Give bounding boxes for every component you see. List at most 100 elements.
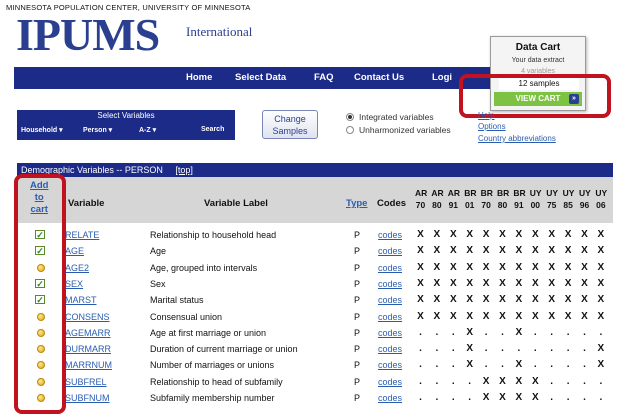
sample-availability-mark: . <box>533 359 537 371</box>
sample-availability-mark: . <box>419 392 422 403</box>
household-dropdown[interactable]: Household ▾ <box>21 126 63 134</box>
ipums-logo[interactable]: IPUMS <box>16 12 160 58</box>
codes-link[interactable]: codes <box>378 279 402 289</box>
sample-availability-mark: X <box>433 261 441 273</box>
variable-label-header: Variable Label <box>204 198 268 209</box>
codes-link[interactable]: codes <box>378 295 402 305</box>
variable-link[interactable]: SUBFNUM <box>65 393 110 403</box>
variable-link[interactable]: SEX <box>65 279 83 289</box>
sample-column-header: BR 80 <box>497 187 510 211</box>
country-abbreviations-link[interactable]: Country abbreviations <box>478 134 556 143</box>
person-dropdown[interactable]: Person ▾ <box>83 126 112 134</box>
variable-label: Consensual union <box>150 311 223 322</box>
sample-availability-mark: X <box>417 229 424 240</box>
sample-availability-mark: X <box>449 245 457 257</box>
sample-availability-mark: . <box>484 359 488 371</box>
sample-availability-mark: X <box>499 294 506 306</box>
search-button[interactable]: Search <box>201 126 224 133</box>
variable-link[interactable]: SUBFREL <box>65 377 107 387</box>
type-header[interactable]: Type <box>346 198 367 209</box>
sample-column-header: UY 75 <box>546 187 558 211</box>
sample-year: 91 <box>514 200 524 210</box>
table-section-header: Demographic Variables -- PERSON [top] <box>17 163 613 177</box>
sample-availability-mark: X <box>466 310 474 322</box>
codes-link[interactable]: codes <box>378 328 402 338</box>
radio-integrated[interactable]: Integrated variables <box>346 112 434 122</box>
sample-availability-mark: X <box>482 375 490 387</box>
codes-link[interactable]: codes <box>378 360 402 370</box>
sample-year: 06 <box>596 200 606 210</box>
sample-year: 91 <box>448 200 459 210</box>
sample-availability-mark: . <box>451 326 455 338</box>
sample-availability-mark: . <box>419 359 422 371</box>
sample-year: 75 <box>546 200 557 210</box>
sample-availability-mark: X <box>482 261 490 273</box>
sample-country: UY <box>595 188 608 198</box>
sample-availability-mark: . <box>435 343 439 355</box>
sample-availability-mark: . <box>599 392 603 403</box>
codes-link[interactable]: codes <box>378 246 402 256</box>
sample-availability-mark: . <box>484 343 488 355</box>
sample-availability-mark: X <box>466 245 474 257</box>
codes-link[interactable]: codes <box>378 230 402 240</box>
a-z-dropdown[interactable]: A-Z ▾ <box>139 126 156 134</box>
options-link[interactable]: Options <box>478 122 506 131</box>
sample-availability-mark: X <box>531 245 539 257</box>
codes-link[interactable]: codes <box>378 263 402 273</box>
nav-login[interactable]: Logi <box>432 72 452 83</box>
sample-availability-mark: X <box>466 277 474 289</box>
variable-type: P <box>354 376 361 387</box>
nav-home[interactable]: Home <box>186 72 212 83</box>
nav-select-data[interactable]: Select Data <box>235 72 286 83</box>
sample-availability-mark: X <box>482 294 490 306</box>
variable-link[interactable]: MARRNUM <box>65 360 112 370</box>
codes-link[interactable]: codes <box>378 377 402 387</box>
sample-year: 70 <box>481 200 491 210</box>
sample-country: UY <box>562 188 575 198</box>
variable-link[interactable]: AGE <box>65 246 84 256</box>
sample-availability-mark: . <box>583 375 586 387</box>
sample-availability-mark: . <box>501 343 504 355</box>
sample-availability-mark: X <box>449 229 457 240</box>
codes-link[interactable]: codes <box>378 312 402 322</box>
sample-availability-mark: . <box>419 326 422 338</box>
variable-link[interactable]: DURMARR <box>65 344 111 354</box>
variable-link[interactable]: MARST <box>65 295 97 305</box>
sample-year: 80 <box>497 200 508 210</box>
sample-availability-mark: X <box>597 294 605 306</box>
sample-availability-mark: X <box>548 245 556 257</box>
sample-availability-mark: X <box>499 261 506 273</box>
sample-availability-mark: X <box>433 310 441 322</box>
help-link[interactable]: Help <box>478 111 494 120</box>
nav-contact-us[interactable]: Contact Us <box>354 72 404 83</box>
variable-label: Relationship to household head <box>150 230 277 240</box>
sample-country: BR <box>497 188 510 198</box>
sample-availability-mark: X <box>482 392 490 403</box>
top-link[interactable]: [top] <box>175 165 193 175</box>
codes-link[interactable]: codes <box>378 344 402 354</box>
sample-column-header: BR 01 <box>464 187 477 211</box>
sample-availability-mark: X <box>449 277 457 289</box>
variable-link[interactable]: AGEMARR <box>65 328 111 338</box>
sample-country: UY <box>529 188 542 198</box>
radio-unharmonized[interactable]: Unharmonized variables <box>346 125 451 135</box>
nav-faq[interactable]: FAQ <box>314 72 334 83</box>
sample-availability-mark: . <box>583 359 586 371</box>
sample-availability-mark: . <box>533 343 537 355</box>
variable-link[interactable]: AGE2 <box>65 263 89 273</box>
sample-availability-mark: X <box>531 261 539 273</box>
variable-label: Relationship to head of subfamily <box>150 376 283 387</box>
sample-availability-mark: X <box>581 310 588 322</box>
variable-label: Duration of current marriage or union <box>150 344 298 355</box>
sample-availability-mark: X <box>597 229 605 240</box>
table-row: CONSENS Consensual union Pcodes X X X X X X X X X X X… <box>17 309 613 325</box>
sample-availability-mark: X <box>564 310 572 322</box>
variable-link[interactable]: RELATE <box>65 230 99 240</box>
variable-link[interactable]: CONSENS <box>65 312 110 322</box>
sample-country: BR <box>464 188 477 198</box>
change-samples-button[interactable]: Change Samples <box>262 110 318 139</box>
sample-year: 70 <box>415 200 426 210</box>
sample-availability-mark: . <box>451 375 455 387</box>
codes-link[interactable]: codes <box>378 393 402 403</box>
table-row: ✓ AGE Age Pcodes X X X X X X X X X X X X <box>17 243 613 259</box>
